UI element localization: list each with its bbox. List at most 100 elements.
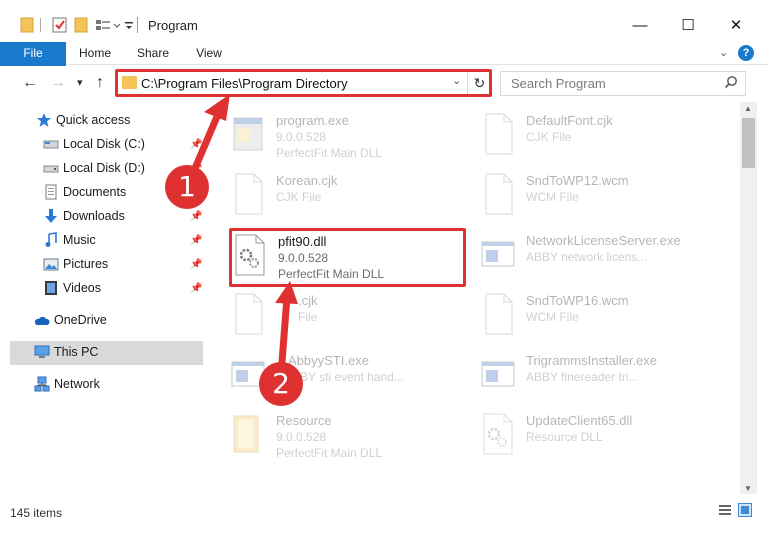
forward-button[interactable]: → <box>50 74 66 92</box>
sidebar-item-label: Pictures <box>63 257 109 271</box>
close-button[interactable]: ✕ <box>716 10 756 40</box>
file-name: UpdateClient65.dll <box>526 413 633 428</box>
sidebar-item-label: Quick access <box>56 113 131 127</box>
qa-dropdown-icon[interactable] <box>124 15 134 35</box>
blank-file-icon <box>485 173 513 215</box>
file-name: TrigrammsInstaller.exe <box>526 353 657 368</box>
star-icon <box>37 113 51 127</box>
maximize-button[interactable]: ☐ <box>668 10 708 40</box>
dll-icon <box>483 413 513 455</box>
blank-file-icon <box>235 173 263 215</box>
search-placeholder: Search Program <box>511 76 606 91</box>
file-version: 9.0.0.528 <box>276 130 327 144</box>
large-icons-view-icon[interactable] <box>738 503 752 517</box>
folder-icon[interactable] <box>20 15 34 35</box>
pictures-icon <box>43 258 59 271</box>
file-name: .cjk <box>298 293 318 308</box>
file-description: PerfectFit Main DLL <box>276 446 383 460</box>
file-item[interactable]: TrigrammsInstaller.exe ABBY finereader t… <box>480 348 720 404</box>
sidebar-item-label: Local Disk (D:) <box>63 161 145 175</box>
customize-icon[interactable] <box>95 15 111 35</box>
file-name: AbbyySTI.exe <box>288 353 369 368</box>
step-1-badge: 1 <box>165 165 209 209</box>
status-bar <box>0 496 769 533</box>
tab-home[interactable]: Home <box>72 42 118 65</box>
sidebar-item-label: Local Disk (C:) <box>63 137 145 151</box>
sidebar-item-label: Videos <box>63 281 101 295</box>
documents-icon <box>45 184 57 200</box>
sidebar-item-label: Documents <box>63 185 127 199</box>
file-name: Korean.cjk <box>276 173 338 188</box>
folder-icon <box>233 415 259 453</box>
file-name: SndToWP16.wcm <box>526 293 629 308</box>
drive-icon <box>43 165 59 173</box>
file-name: SndToWP12.wcm <box>526 173 629 188</box>
window-title: Program <box>148 18 198 33</box>
exe-icon <box>233 117 263 151</box>
scroll-up-icon[interactable]: ▲ <box>744 104 752 113</box>
network-icon <box>34 376 50 392</box>
file-item[interactable]: UpdateClient65.dll Resource DLL <box>480 408 720 464</box>
file-item[interactable]: SndToWP12.wcm WCM File <box>480 168 720 224</box>
file-description: ABBY finereader tri... <box>526 370 639 384</box>
file-type: CJK File <box>526 130 572 144</box>
file-name: DefaultFont.cjk <box>526 113 613 128</box>
ribbon-expand-icon[interactable]: ⌄ <box>719 46 728 59</box>
pin-icon[interactable]: 📌 <box>190 283 202 294</box>
file-item[interactable]: SndToWP16.wcm WCM File <box>480 288 720 344</box>
scrollbar-thumb[interactable] <box>742 118 755 168</box>
chevron-down-icon[interactable] <box>113 15 121 35</box>
computer-icon <box>34 345 50 358</box>
pin-icon[interactable]: 📌 <box>190 211 202 222</box>
title-separator <box>137 17 138 33</box>
videos-icon <box>45 281 57 295</box>
file-item[interactable]: Korean.cjk CJK File <box>230 168 470 224</box>
pin-icon[interactable]: 📌 <box>190 259 202 270</box>
new-folder-icon[interactable] <box>74 15 88 35</box>
file-description: BBY sti event hand... <box>292 370 404 384</box>
file-description: PerfectFit Main DLL <box>276 146 383 160</box>
file-type: CJK File <box>276 190 322 204</box>
blank-file-icon <box>235 293 263 335</box>
details-view-icon[interactable] <box>718 503 732 517</box>
music-icon <box>45 232 57 247</box>
file-item[interactable]: program.exe 9.0.0.528 PerfectFit Main DL… <box>230 108 470 164</box>
properties-icon[interactable] <box>52 15 68 35</box>
sidebar-item-label: Network <box>54 377 100 391</box>
qa-separator <box>40 18 41 32</box>
blank-file-icon <box>485 293 513 335</box>
tab-share[interactable]: Share <box>128 42 178 65</box>
ribbon-tabs: File Home Share View ⌄ ? <box>0 42 769 98</box>
file-name: program.exe <box>276 113 349 128</box>
sidebar-item-label: OneDrive <box>54 313 107 327</box>
up-button[interactable]: ↑ <box>96 74 104 92</box>
step-2-badge: 2 <box>259 362 303 406</box>
scroll-down-icon[interactable]: ▼ <box>744 484 752 493</box>
file-item[interactable]: .cjk File <box>230 288 470 344</box>
sidebar-item-label: Music <box>63 233 96 247</box>
title-bar: Program — ☐ ✕ <box>0 0 769 42</box>
pin-icon[interactable]: 📌 <box>190 235 202 246</box>
tab-view[interactable]: View <box>186 42 232 65</box>
sidebar-item-label: This PC <box>54 345 99 359</box>
sidebar-item-label: Downloads <box>63 209 125 223</box>
blank-file-icon <box>485 113 513 155</box>
file-item[interactable]: Resource 9.0.0.528 PerfectFit Main DLL <box>230 408 470 464</box>
pin-icon[interactable]: 📌 <box>190 139 202 150</box>
cloud-icon <box>34 316 50 325</box>
minimize-button[interactable]: — <box>620 10 660 40</box>
file-item[interactable]: DefaultFont.cjk CJK File <box>480 108 720 164</box>
app-window-icon <box>481 241 515 267</box>
file-type: File <box>298 310 318 324</box>
file-description: Resource DLL <box>526 430 603 444</box>
recent-locations-button[interactable]: ▾ <box>77 76 83 89</box>
address-highlight-box <box>115 69 492 97</box>
file-highlight-box <box>229 228 466 287</box>
back-button[interactable]: ← <box>22 74 38 92</box>
file-name: Resource <box>276 413 332 428</box>
file-item[interactable]: NetworkLicenseServer.exe ABBY network li… <box>480 228 720 284</box>
item-count: 145 items <box>10 506 63 520</box>
help-icon[interactable]: ? <box>738 45 754 61</box>
app-window-icon <box>481 361 515 387</box>
search-icon[interactable] <box>724 75 738 89</box>
